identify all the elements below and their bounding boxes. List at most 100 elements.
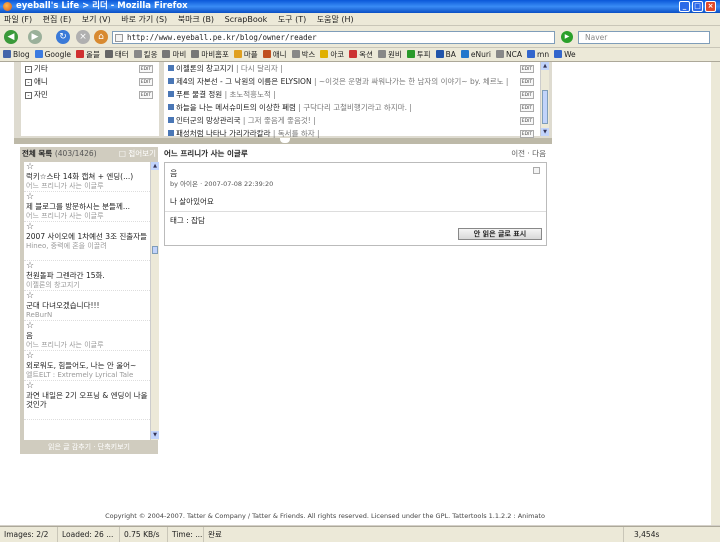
bookmark-item[interactable]: Blog xyxy=(0,48,32,61)
edit-button[interactable]: EDIT xyxy=(520,117,534,125)
feed-item[interactable]: 인터군의 망상관리국 | 그저 좋음게 좋음것! | EDIT xyxy=(164,114,540,127)
edit-button[interactable]: EDIT xyxy=(520,91,534,99)
feed-expand-icon[interactable] xyxy=(168,130,174,136)
feed-title[interactable]: 패성처럼 나타나 가리가라칼라 xyxy=(176,129,270,138)
open-post-icon[interactable] xyxy=(533,167,540,174)
star-icon[interactable]: ☆ xyxy=(26,352,148,361)
fold-link[interactable]: □ 접어보기 xyxy=(119,147,156,160)
bookmark-item[interactable]: 박스 xyxy=(289,48,318,61)
post-item-title[interactable]: 외로워도, 힘들어도, 나는 안 울어~ xyxy=(26,361,148,370)
menu-tools[interactable]: 도구 (T) xyxy=(274,13,310,26)
bookmark-item[interactable]: 마비홈포 xyxy=(188,48,231,61)
post-list-scrollbar[interactable]: ▲ ▼ xyxy=(150,162,159,440)
bookmark-item[interactable]: BA xyxy=(433,48,458,61)
post-list-item[interactable]: ☆ 제 블로그를 방문하시는 분들께... 어느 프리니가 사는 이글루 xyxy=(24,192,150,222)
frame-splitter[interactable] xyxy=(14,138,552,144)
feed-title[interactable]: 이젤론의 창고지기 xyxy=(176,64,234,73)
feed-expand-icon[interactable] xyxy=(168,104,174,110)
feed-expand-icon[interactable] xyxy=(168,117,174,123)
category-item[interactable]: - 기타 EDIT xyxy=(21,62,159,75)
bookmark-item[interactable]: 원비 xyxy=(375,48,404,61)
close-button[interactable]: × xyxy=(705,1,716,12)
reload-button[interactable]: ↻ xyxy=(56,30,70,44)
scroll-down-icon[interactable]: ▼ xyxy=(151,431,159,439)
prev-next-links[interactable]: 이전 · 다음 xyxy=(511,147,546,160)
feed-expand-icon[interactable] xyxy=(168,78,174,84)
edit-button[interactable]: EDIT xyxy=(520,130,534,138)
bookmark-item[interactable]: eNuri xyxy=(458,48,493,61)
bookmark-item[interactable]: 애니 xyxy=(260,48,289,61)
bookmark-item[interactable]: mn xyxy=(524,48,551,61)
go-icon[interactable]: ▶ xyxy=(561,31,573,43)
search-input[interactable]: Naver xyxy=(578,31,710,44)
page-scrollbar[interactable] xyxy=(711,62,720,525)
minimize-button[interactable]: _ xyxy=(679,1,690,12)
feed-title[interactable]: 인터군의 망상관리국 xyxy=(176,116,240,125)
menu-file[interactable]: 파일 (F) xyxy=(0,13,36,26)
tree-toggle-icon[interactable]: - xyxy=(25,92,32,99)
edit-button[interactable]: EDIT xyxy=(520,78,534,86)
mark-unread-button[interactable]: 안 읽은 글로 표시 xyxy=(458,228,542,240)
stop-button[interactable]: × xyxy=(76,30,90,44)
back-button[interactable]: ◀ xyxy=(4,30,18,44)
post-item-title[interactable]: 군대 다녀오겠습니다!!! xyxy=(26,301,148,310)
home-button[interactable]: ⌂ xyxy=(94,30,108,44)
post-list-item[interactable]: ☆ 과연 내일은 2기 오프닝 & 엔딩이 나올것인가 xyxy=(24,381,150,420)
star-icon[interactable]: ☆ xyxy=(26,163,148,172)
bookmark-item[interactable]: 마비 xyxy=(159,48,188,61)
tree-toggle-icon[interactable]: - xyxy=(25,79,32,86)
url-input[interactable]: http://www.eyeball.pe.kr/blog/owner/read… xyxy=(112,31,555,44)
feed-expand-icon[interactable] xyxy=(168,65,174,71)
post-item-title[interactable]: 과연 내일은 2기 오프닝 & 엔딩이 나올것인가 xyxy=(26,391,148,409)
scroll-up-icon[interactable]: ▲ xyxy=(151,162,159,170)
feed-expand-icon[interactable] xyxy=(168,91,174,97)
category-item[interactable]: - 자민 EDIT xyxy=(21,88,159,101)
post-author[interactable]: 아이온 xyxy=(180,180,198,188)
edit-button[interactable]: EDIT xyxy=(139,91,153,99)
feed-title[interactable]: 하늘을 나는 메서슈미트의 이상한 폐렴 xyxy=(176,103,296,112)
post-tag[interactable]: 태그 : 잡담 xyxy=(170,215,205,226)
scroll-thumb[interactable] xyxy=(542,90,548,124)
bookmark-item[interactable]: Google xyxy=(32,48,73,61)
scroll-thumb[interactable] xyxy=(152,246,158,254)
scroll-up-icon[interactable]: ▲ xyxy=(541,62,549,70)
menu-go[interactable]: 바로 가기 (S) xyxy=(117,13,171,26)
feed-item[interactable]: 푸른 물결 정원 | 초노적흥노적 | EDIT xyxy=(164,88,540,101)
star-icon[interactable]: ☆ xyxy=(26,223,148,232)
maximize-button[interactable]: □ xyxy=(692,1,703,12)
star-icon[interactable]: ☆ xyxy=(26,382,148,391)
post-list-footer[interactable]: 읽은 글 감추기 · 단축키보기 xyxy=(20,440,158,454)
menu-scrapbook[interactable]: ScrapBook xyxy=(221,13,272,26)
feed-item[interactable]: 하늘을 나는 메서슈미트의 이상한 폐렴 | 구닥다리 고철비행기라고 하지마.… xyxy=(164,101,540,114)
edit-button[interactable]: EDIT xyxy=(139,65,153,73)
category-item[interactable]: - 애니 EDIT xyxy=(21,75,159,88)
bookmark-item[interactable]: 투피 xyxy=(404,48,433,61)
star-icon[interactable]: ☆ xyxy=(26,322,148,331)
bookmark-item[interactable]: 마플 xyxy=(231,48,260,61)
bookmark-item[interactable]: 올블 xyxy=(73,48,102,61)
feed-title[interactable]: 푸른 물결 정원 xyxy=(176,90,222,99)
bookmark-item[interactable]: 태터 xyxy=(102,48,131,61)
edit-button[interactable]: EDIT xyxy=(520,65,534,73)
edit-button[interactable]: EDIT xyxy=(139,78,153,86)
forward-button[interactable]: ▶ xyxy=(28,30,42,44)
bookmark-item[interactable]: 옥션 xyxy=(346,48,375,61)
menu-view[interactable]: 보기 (V) xyxy=(78,13,115,26)
feed-item[interactable]: 제4의 자본선 - 그 낙원의 이름은 ELYSION | ~이것은 운명과 싸… xyxy=(164,75,540,88)
edit-button[interactable]: EDIT xyxy=(520,104,534,112)
post-item-title[interactable]: 음 xyxy=(26,331,148,340)
feed-list-scrollbar[interactable]: ▲ ▼ xyxy=(540,62,549,136)
menu-bookmarks[interactable]: 북마크 (B) xyxy=(174,13,218,26)
bookmark-item[interactable]: We xyxy=(551,48,578,61)
post-item-title[interactable]: 제 블로그를 방문하시는 분들께... xyxy=(26,202,148,211)
feed-title[interactable]: 제4의 자본선 - 그 낙원의 이름은 ELYSION xyxy=(176,77,312,86)
scroll-down-icon[interactable]: ▼ xyxy=(541,128,549,136)
bookmark-item[interactable]: NCA xyxy=(493,48,524,61)
post-list-item[interactable]: ☆ 군대 다녀오겠습니다!!! ReBurN xyxy=(24,291,150,321)
post-item-title[interactable]: 2007 사이오에 1차예선 3조 진출자들 xyxy=(26,232,148,241)
star-icon[interactable]: ☆ xyxy=(26,262,148,271)
splitter-handle-icon[interactable] xyxy=(280,138,290,143)
tree-toggle-icon[interactable]: - xyxy=(25,66,32,73)
star-icon[interactable]: ☆ xyxy=(26,193,148,202)
bookmark-item[interactable]: 킬옹 xyxy=(131,48,160,61)
